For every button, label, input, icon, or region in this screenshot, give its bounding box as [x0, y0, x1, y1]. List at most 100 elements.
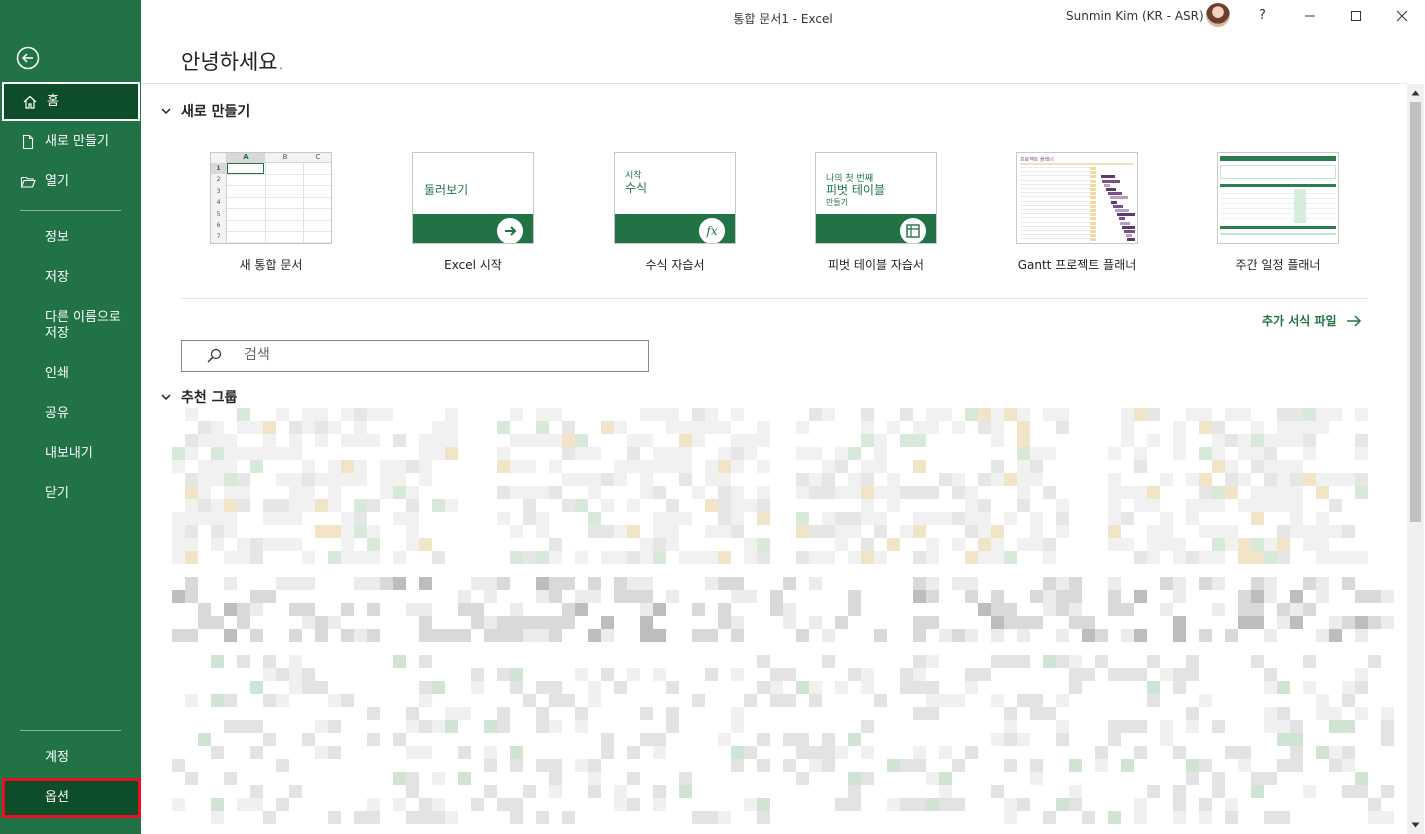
gantt-bar: [1125, 234, 1132, 238]
minimize-button[interactable]: [1287, 0, 1333, 32]
search-icon: [207, 348, 222, 363]
sidebar-item-info[interactable]: 정보: [0, 229, 141, 247]
sidebar-item-home[interactable]: 홈: [2, 82, 140, 121]
row-number: 3: [216, 187, 221, 195]
row-number: 5: [216, 210, 221, 218]
arrow-right-icon: [1346, 314, 1361, 327]
template-thumbnail: 시작 수식 fx: [614, 152, 736, 244]
more-templates-link[interactable]: 추가 서식 파일: [1262, 312, 1362, 329]
sidebar-item-print[interactable]: 인쇄: [0, 365, 141, 383]
scrollbar-thumb[interactable]: [1410, 102, 1421, 522]
section-title: 새로 만들기: [181, 104, 251, 120]
sidebar-item-label: 홈: [47, 93, 59, 109]
column-header: C: [315, 153, 321, 161]
template-thumbnail: 프로젝트 플래너: [1016, 152, 1138, 244]
template-thumbnail: 둘러보기: [412, 152, 534, 244]
close-window-button[interactable]: [1379, 0, 1425, 32]
gantt-bar: [1106, 188, 1116, 191]
template-label: Gantt 프로젝트 플래너: [1017, 258, 1137, 272]
avatar[interactable]: [1206, 3, 1230, 27]
sidebar-item-close[interactable]: 닫기: [0, 485, 141, 503]
template-pivot-tutorial[interactable]: 나의 첫 번째 피벗 테이블 만들기 피벗 테이블 자습서: [815, 152, 937, 272]
sidebar-item-label: 인쇄: [45, 366, 69, 381]
template-gantt-planner[interactable]: 프로젝트 플래너 Gantt 프로젝트 플래너: [1016, 152, 1138, 272]
chevron-down-icon: [161, 108, 171, 115]
template-formula-tutorial[interactable]: 시작 수식 fx 수식 자습서: [614, 152, 736, 272]
template-weekly-planner[interactable]: 주간 일정 플래너: [1217, 152, 1339, 272]
recommended-section-header[interactable]: 추천 그룹: [160, 387, 237, 407]
sidebar-divider: [20, 730, 121, 731]
sidebar-item-label: 저장: [45, 270, 69, 285]
triangle-down-icon: [1411, 822, 1420, 827]
sidebar-item-label: 내보내기: [45, 446, 93, 461]
backstage-sidebar: 홈 새로 만들기 열기 정보 저장 다른 이름으로 저장 인쇄 공유 내보내기 …: [0, 0, 141, 834]
template-thumbnail: 나의 첫 번째 피벗 테이블 만들기: [815, 152, 937, 244]
template-blank-workbook[interactable]: A B C 1 2 3 4 5 6 7 새 통합 문서: [210, 152, 332, 272]
template-label: 주간 일정 플래너: [1235, 258, 1321, 272]
thumbnail-text: 피벗 테이블: [826, 183, 886, 197]
more-templates-label: 추가 서식 파일: [1262, 314, 1337, 328]
template-thumbnail: [1217, 152, 1339, 244]
chevron-down-icon: [161, 394, 171, 401]
scroll-down-button[interactable]: [1408, 817, 1423, 832]
row-number: 4: [216, 199, 221, 207]
recommended-files-blurred: [172, 408, 1394, 834]
section-divider: [181, 298, 1368, 299]
gantt-bar: [1102, 179, 1121, 183]
sidebar-item-label: 열기: [45, 174, 69, 189]
vertical-scrollbar[interactable]: [1407, 84, 1424, 834]
triangle-up-icon: [1411, 90, 1420, 95]
help-button[interactable]: ?: [1259, 8, 1266, 23]
user-name[interactable]: Sunmin Kim (KR - ASR): [1066, 9, 1204, 23]
template-label: 피벗 테이블 자습서: [828, 258, 924, 272]
home-icon: [23, 95, 37, 109]
sidebar-item-open[interactable]: 열기: [0, 173, 141, 191]
sidebar-item-options[interactable]: 옵션: [2, 778, 141, 818]
row-number: 6: [216, 222, 221, 229]
sidebar-item-label: 정보: [45, 230, 69, 245]
gantt-bar: [1122, 225, 1135, 229]
row-number: 7: [216, 233, 221, 241]
maximize-icon: [1351, 11, 1361, 21]
new-document-icon: [22, 134, 34, 150]
row-number: 1: [211, 163, 226, 174]
thumbnail-text: 수식: [625, 181, 648, 195]
new-section-header[interactable]: 새로 만들기: [160, 101, 250, 121]
gantt-bar: [1127, 238, 1135, 242]
gantt-bar: [1115, 209, 1129, 212]
thumbnail-text: 둘러보기: [424, 183, 469, 197]
sidebar-divider: [20, 210, 121, 211]
fx-icon: fx: [698, 217, 726, 243]
search-input[interactable]: [242, 346, 626, 364]
gantt-bar: [1118, 217, 1125, 221]
sidebar-item-account[interactable]: 계정: [0, 749, 141, 767]
sidebar-item-label: 다른 이름으로 저장: [45, 310, 121, 341]
scroll-up-button[interactable]: [1408, 85, 1423, 100]
sidebar-item-new[interactable]: 새로 만들기: [0, 133, 141, 151]
gantt-bar: [1124, 230, 1135, 233]
sidebar-item-label: 닫기: [45, 486, 69, 501]
search-box[interactable]: [181, 340, 649, 372]
sidebar-item-label: 새로 만들기: [45, 134, 109, 149]
folder-open-icon: [20, 176, 36, 188]
back-arrow-icon[interactable]: [16, 46, 40, 70]
gantt-bar: [1116, 213, 1135, 217]
sidebar-item-label: 계정: [45, 750, 69, 765]
thumbnail-text: 만들기: [826, 198, 849, 207]
template-label: 새 통합 문서: [239, 258, 303, 272]
gantt-bar: [1109, 196, 1128, 200]
template-excel-tour[interactable]: 둘러보기 Excel 시작: [412, 152, 534, 272]
maximize-button[interactable]: [1333, 0, 1379, 32]
gantt-bar: [1111, 200, 1118, 204]
page-title: 안녕하세요.: [181, 50, 285, 74]
arrow-right-icon: [496, 217, 524, 243]
sidebar-item-save[interactable]: 저장: [0, 269, 141, 287]
sidebar-item-share[interactable]: 공유: [0, 405, 141, 423]
section-title: 추천 그룹: [181, 390, 238, 406]
column-header: A: [227, 153, 265, 162]
row-number: 2: [216, 176, 221, 184]
template-label: Excel 시작: [444, 258, 502, 272]
sidebar-item-save-as[interactable]: 다른 이름으로 저장: [0, 309, 141, 343]
window-title: 통합 문서1 - Excel: [733, 12, 833, 26]
sidebar-item-export[interactable]: 내보내기: [0, 445, 141, 463]
